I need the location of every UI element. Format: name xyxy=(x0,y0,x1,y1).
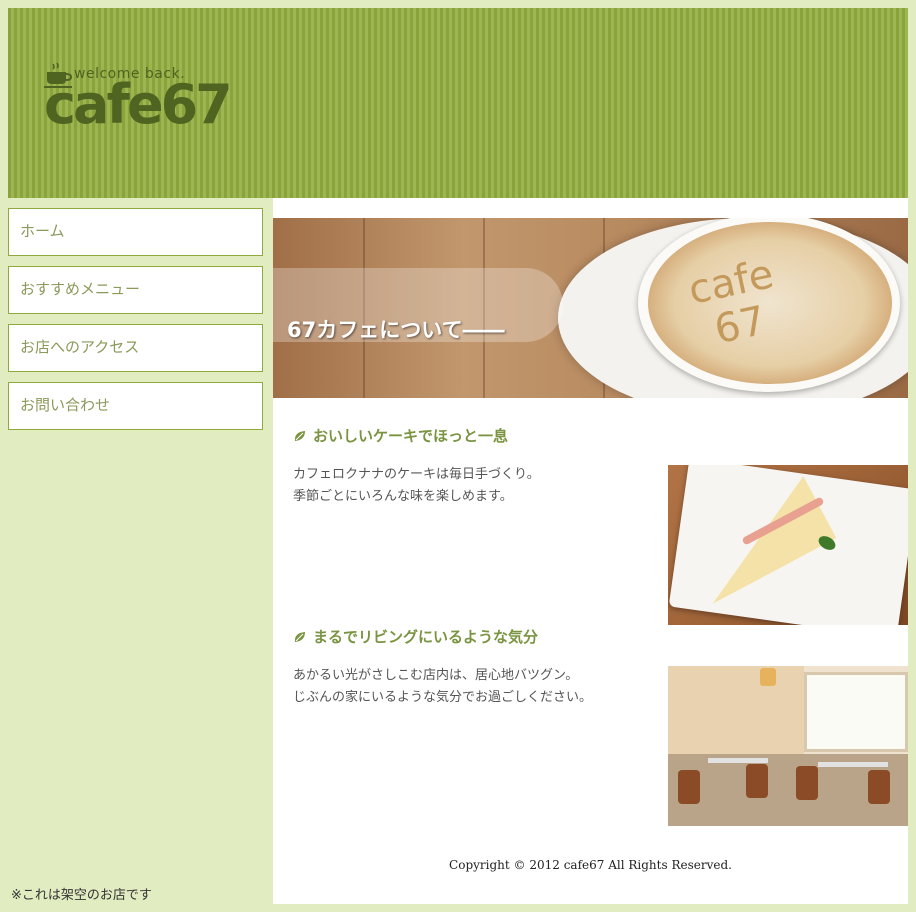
sidebar-nav: ホーム おすすめメニュー お店へのアクセス お問い合わせ xyxy=(8,208,263,440)
cake-section: おいしいケーキでほっと一息 カフェロクナナのケーキは毎日手づくり。 季節ごとにい… xyxy=(293,424,908,625)
latte-art-text: cafe 67 xyxy=(685,251,787,356)
section-body: カフェロクナナのケーキは毎日手づくり。 季節ごとにいろんな味を楽しめます。 xyxy=(293,464,540,508)
chair-image xyxy=(746,764,768,798)
section-heading: おいしいケーキでほっと一息 xyxy=(293,424,908,448)
nav-item-access[interactable]: お店へのアクセス xyxy=(8,324,263,372)
site-logo[interactable]: welcome back. cafe67 xyxy=(44,60,233,140)
window-image xyxy=(804,672,908,752)
fictional-shop-note: ※これは架空のお店です xyxy=(11,888,152,903)
section-heading: まるでリビングにいるような気分 xyxy=(293,625,908,649)
chair-image xyxy=(678,770,700,804)
section-body: あかるい光がさしこむ店内は、居心地バツグン。 じぶんの家にいるような気分でお過ご… xyxy=(293,665,592,709)
section-line: あかるい光がさしこむ店内は、居心地バツグン。 xyxy=(293,668,579,683)
nav-item-contact[interactable]: お問い合わせ xyxy=(8,382,263,430)
logo-name: cafe67 xyxy=(44,73,233,136)
interior-section: まるでリビングにいるような気分 あかるい光がさしこむ店内は、居心地バツグン。 じ… xyxy=(293,625,908,826)
lamp-image xyxy=(760,668,776,686)
table-image xyxy=(818,762,888,767)
section-heading-text: おいしいケーキでほっと一息 xyxy=(313,427,509,445)
section-line: カフェロクナナのケーキは毎日手づくり。 xyxy=(293,467,540,482)
nav-item-recommended-menu[interactable]: おすすめメニュー xyxy=(8,266,263,314)
table-image xyxy=(708,758,768,763)
copyright-footer: Copyright © 2012 cafe67 All Rights Reser… xyxy=(449,858,732,872)
section-heading-text: まるでリビングにいるような気分 xyxy=(313,628,539,646)
cake-photo xyxy=(668,465,908,625)
hero-title: 67カフェについて―― xyxy=(287,318,505,342)
chair-image xyxy=(868,770,890,804)
hero-banner: cafe 67 67カフェについて―― xyxy=(273,218,908,398)
section-line: じぶんの家にいるような気分でお過ごしください。 xyxy=(293,690,593,705)
leaf-icon xyxy=(294,431,305,441)
leaf-icon xyxy=(294,632,305,642)
wall-image xyxy=(668,666,804,756)
cafe-interior-photo xyxy=(668,666,908,826)
section-line: 季節ごとにいろんな味を楽しめます。 xyxy=(293,489,513,504)
nav-item-home[interactable]: ホーム xyxy=(8,208,263,256)
site-header: welcome back. cafe67 xyxy=(8,8,908,198)
chair-image xyxy=(796,766,818,800)
main-content: cafe 67 67カフェについて―― おいしいケーキでほっと一息 カフェロクナ… xyxy=(273,198,908,904)
